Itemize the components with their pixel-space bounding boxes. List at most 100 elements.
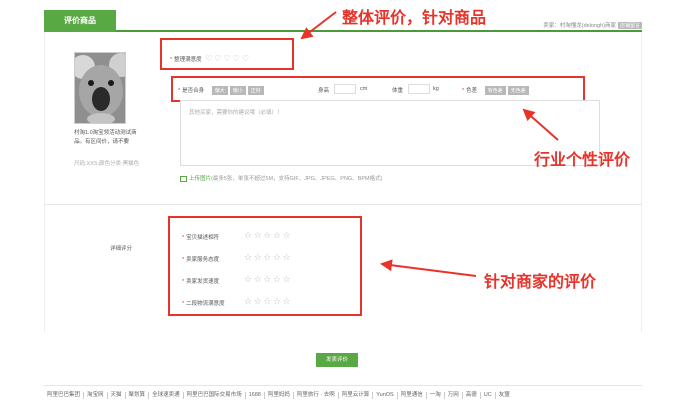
required-mark: * xyxy=(178,88,181,94)
rating-stars: ☆ ☆ ☆ ☆ ☆ xyxy=(244,296,291,307)
footer-link[interactable]: 阿里旅行 · 去啊 xyxy=(294,392,339,399)
fit-label: 是否合身 xyxy=(182,88,205,94)
footer-link[interactable]: 阿里云计算 xyxy=(339,392,374,399)
star-icon[interactable]: ☆ xyxy=(263,252,271,262)
product-image xyxy=(74,52,126,124)
star-icon[interactable]: ☆ xyxy=(282,252,290,262)
footer-link[interactable]: 友盟 xyxy=(496,392,513,399)
footer-link[interactable]: 淘宝网 xyxy=(84,392,108,399)
annotation-industry: 行业个性评价 xyxy=(534,152,631,169)
product-sku: 尺码:XXS;颜色分类:黑猫色 xyxy=(74,161,140,167)
upload-row: 上传图片(最多5张，单张不超过5M，支持GIF、JPG、JPEG、PNG、BPM… xyxy=(180,174,382,182)
footer-link[interactable]: UC xyxy=(481,392,496,399)
heart-icon[interactable]: ♡ xyxy=(224,54,231,63)
koala-image-icon xyxy=(75,53,125,123)
required-mark: * xyxy=(182,235,185,241)
review-placeholder: 其他买家，需要你的建议哦（必填）！ xyxy=(189,110,283,116)
heart-icon[interactable]: ♡ xyxy=(242,54,249,63)
upload-image-link[interactable]: 上传图片 xyxy=(189,176,211,182)
footer-link[interactable]: 阿里通信 xyxy=(398,392,427,399)
star-icon[interactable]: ☆ xyxy=(273,252,281,262)
star-icon[interactable]: ☆ xyxy=(244,230,252,240)
rating-label: 二段物流满意度 xyxy=(186,301,225,307)
attribute-row: * 是否合身 偏大 偏小 正好 身高 cm 体重 kg * 色差 有色差 无色差 xyxy=(178,84,600,96)
star-icon[interactable]: ☆ xyxy=(273,274,281,284)
required-mark: * xyxy=(182,301,185,307)
overall-hearts: ♡ ♡ ♡ ♡ ♡ xyxy=(203,54,249,63)
rating-stars: ☆ ☆ ☆ ☆ ☆ xyxy=(244,230,291,241)
footer-link[interactable]: YunOS xyxy=(373,392,398,399)
submit-review-button[interactable]: 发表评价 xyxy=(316,353,358,367)
seller-message-badge[interactable]: 店铺留言 xyxy=(617,22,642,29)
rating-row-logistics: * 二段物流满意度 xyxy=(182,299,225,307)
footer-link[interactable]: 一淘 xyxy=(427,392,445,399)
detail-rating-label: 详细评分 xyxy=(110,246,133,252)
divider xyxy=(44,204,642,205)
footer-link[interactable]: 1688 xyxy=(246,392,265,399)
rating-label: 宝贝描述相符 xyxy=(186,235,220,241)
heart-icon[interactable]: ♡ xyxy=(233,54,240,63)
image-icon xyxy=(180,175,187,182)
seller-prefix: 卖家： xyxy=(543,23,560,29)
rating-stars: ☆ ☆ ☆ ☆ ☆ xyxy=(244,274,291,285)
color-option-no[interactable]: 无色差 xyxy=(507,86,529,95)
heart-icon[interactable]: ♡ xyxy=(214,54,221,63)
star-icon[interactable]: ☆ xyxy=(282,274,290,284)
weight-unit: kg xyxy=(433,86,439,92)
required-mark: * xyxy=(182,279,185,285)
color-group: * 色差 有色差 无色差 xyxy=(462,86,531,95)
star-icon[interactable]: ☆ xyxy=(273,230,281,240)
star-icon[interactable]: ☆ xyxy=(254,252,262,262)
star-icon[interactable]: ☆ xyxy=(254,274,262,284)
required-mark: * xyxy=(182,257,185,263)
footer-link[interactable]: 天猫 xyxy=(108,392,126,399)
color-option-yes[interactable]: 有色差 xyxy=(484,86,506,95)
footer-link[interactable]: 阿里巴巴集团 xyxy=(44,392,85,399)
overall-rating-row: * 整理满意度 ♡ ♡ ♡ ♡ ♡ xyxy=(170,54,249,63)
overall-rating-label: 整理满意度 xyxy=(174,57,202,63)
color-label: 色差 xyxy=(466,88,478,94)
heart-icon[interactable]: ♡ xyxy=(205,54,212,63)
seller-info: 卖家：村淘懂龙(delongh)商家 店铺留言 xyxy=(543,21,642,29)
footer-link[interactable]: 阿里巴巴国际交易市场 xyxy=(184,392,246,399)
star-icon[interactable]: ☆ xyxy=(254,230,262,240)
footer-link[interactable]: 万网 xyxy=(445,392,463,399)
seller-name[interactable]: 村淘懂龙(delongh)商家 xyxy=(560,23,616,29)
footer-link[interactable]: 高德 xyxy=(463,392,481,399)
star-icon[interactable]: ☆ xyxy=(254,296,262,306)
required-mark: * xyxy=(462,88,465,94)
star-icon[interactable]: ☆ xyxy=(263,274,271,284)
rating-row-description: * 宝贝描述相符 xyxy=(182,233,219,241)
star-icon[interactable]: ☆ xyxy=(273,296,281,306)
weight-input[interactable] xyxy=(408,84,430,94)
height-unit: cm xyxy=(360,86,368,92)
upload-hint: (最多5张，单张不超过5M，支持GIF、JPG、JPEG、PNG、BPM格式) xyxy=(211,176,383,182)
star-icon[interactable]: ☆ xyxy=(282,230,290,240)
rating-label: 卖家发货速度 xyxy=(186,279,220,285)
star-icon[interactable]: ☆ xyxy=(263,296,271,306)
height-label: 身高 xyxy=(318,88,330,94)
weight-label: 体重 xyxy=(392,88,404,94)
annotation-seller: 针对商家的评价 xyxy=(484,274,597,291)
rating-stars: ☆ ☆ ☆ ☆ ☆ xyxy=(244,252,291,263)
footer-link[interactable]: 全球速卖通 xyxy=(149,392,184,399)
footer-link[interactable]: 阿里妈妈 xyxy=(265,392,294,399)
tab-review-product[interactable]: 评价商品 xyxy=(44,10,116,32)
star-icon[interactable]: ☆ xyxy=(263,230,271,240)
rating-row-service: * 卖家服务态度 xyxy=(182,255,219,263)
fit-group: * 是否合身 偏大 偏小 正好 xyxy=(178,86,266,95)
fit-option-small[interactable]: 偏小 xyxy=(229,86,246,95)
rating-row-shipping: * 卖家发货速度 xyxy=(182,277,219,285)
fit-option-right[interactable]: 正好 xyxy=(247,86,264,95)
height-input[interactable] xyxy=(334,84,356,94)
footer-link[interactable]: 聚划算 xyxy=(126,392,150,399)
rating-label: 卖家服务态度 xyxy=(186,257,220,263)
footer-links: 阿里巴巴集团 淘宝网 天猫 聚划算 全球速卖通 阿里巴巴国际交易市场 1688 阿里妈妈 阿里旅… xyxy=(44,385,642,399)
product-title[interactable]: 村淘1.0淘宝领活动测试商品。有区间价，请不要 xyxy=(74,129,146,147)
star-icon[interactable]: ☆ xyxy=(282,296,290,306)
annotation-overall: 整体评价，针对商品 xyxy=(342,10,487,27)
star-icon[interactable]: ☆ xyxy=(244,296,252,306)
fit-option-large[interactable]: 偏大 xyxy=(211,86,228,95)
star-icon[interactable]: ☆ xyxy=(244,274,252,284)
star-icon[interactable]: ☆ xyxy=(244,252,252,262)
